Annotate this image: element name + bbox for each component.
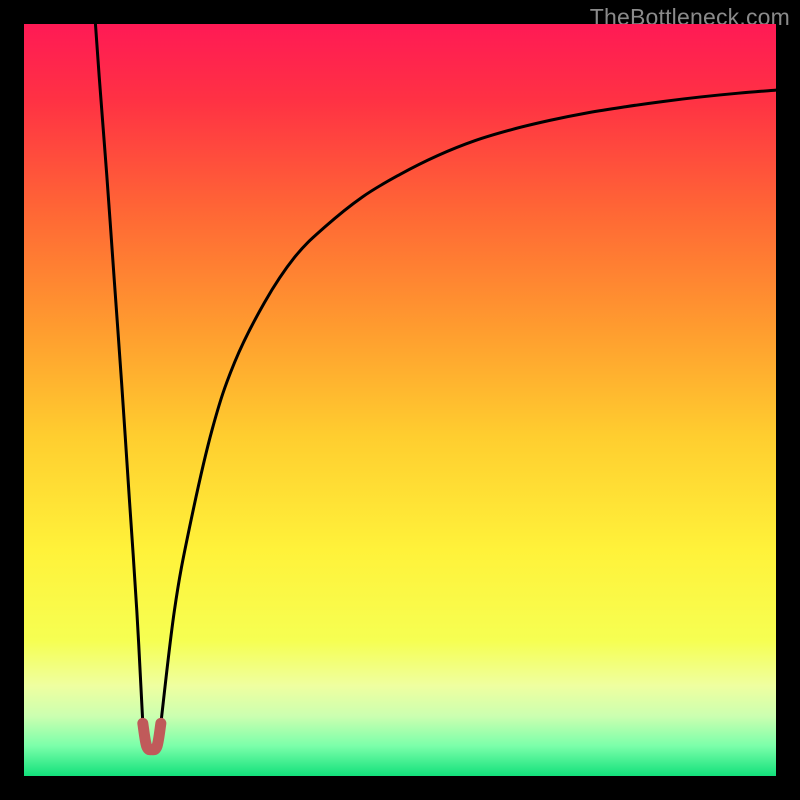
gradient-background: [24, 24, 776, 776]
plot-svg: [24, 24, 776, 776]
plot-area: [24, 24, 776, 776]
chart-frame: TheBottleneck.com: [0, 0, 800, 800]
